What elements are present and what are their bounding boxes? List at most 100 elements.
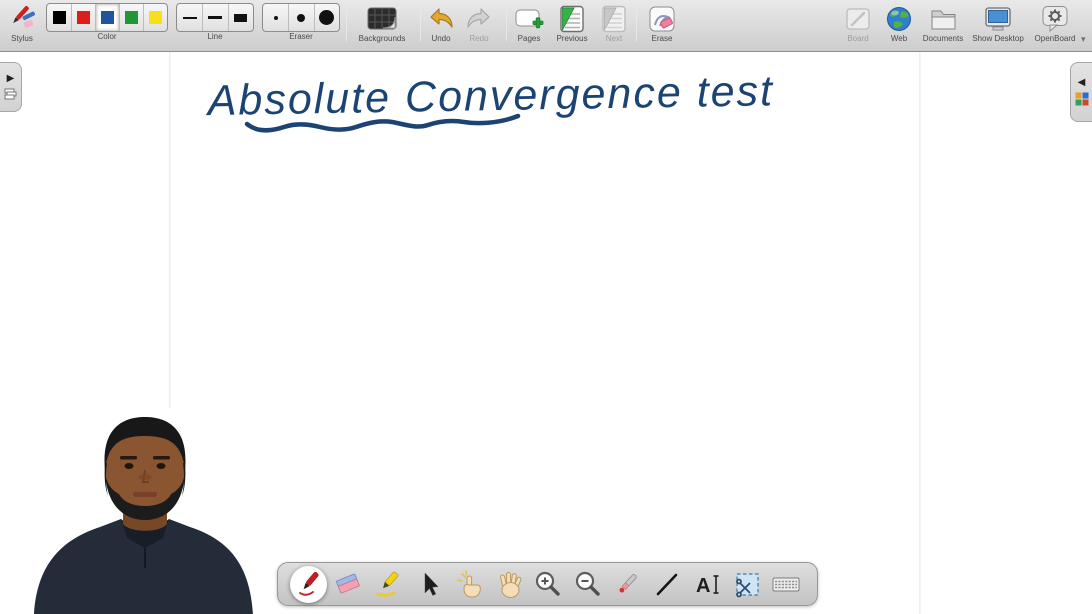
- openboard-app-window: Stylus Color Line: [0, 0, 1092, 614]
- text-tool-button[interactable]: A: [688, 566, 725, 603]
- desktop-monitor-icon: [966, 3, 1030, 34]
- zoom-out-tool-button[interactable]: [569, 566, 606, 603]
- redo-button-disabled[interactable]: Redo: [462, 3, 496, 43]
- erase-label: Erase: [642, 34, 682, 43]
- marker-icon: [373, 569, 403, 599]
- eraser-group: Eraser: [262, 3, 340, 41]
- pen-tool-button[interactable]: [290, 566, 327, 603]
- color-black[interactable]: [47, 4, 71, 31]
- board-mode-icon: [838, 3, 878, 34]
- laser-pointer-tool-button[interactable]: [609, 566, 646, 603]
- presenter-video-overlay: [20, 408, 270, 614]
- expand-left-arrow-icon: ◀: [1078, 78, 1086, 88]
- new-page-plus-icon: [510, 3, 548, 34]
- selector-tool-button[interactable]: [409, 566, 446, 603]
- previous-page-button[interactable]: Previous: [551, 3, 593, 43]
- toolbar-separator: [346, 7, 347, 41]
- toolbar-separator: [636, 7, 637, 41]
- eraser-size-palette: [262, 3, 340, 32]
- undo-label: Undo: [424, 34, 458, 43]
- open-hand-icon: [493, 569, 523, 599]
- svg-text:A: A: [696, 575, 710, 597]
- pen-icon: [294, 569, 324, 599]
- show-desktop-button[interactable]: Show Desktop: [966, 3, 1030, 43]
- web-button[interactable]: Web: [882, 3, 916, 43]
- eraser-large[interactable]: [314, 4, 339, 31]
- line-group: Line: [176, 3, 254, 41]
- color-label: Color: [46, 32, 168, 41]
- redo-arrow-icon: [462, 3, 496, 34]
- virtual-keyboard-tool-button[interactable]: [768, 566, 805, 603]
- right-panel-tab[interactable]: ◀: [1070, 62, 1092, 122]
- expand-right-arrow-icon: ▶: [7, 74, 15, 84]
- toolbar-separator: [506, 7, 507, 41]
- color-yellow[interactable]: [143, 4, 167, 31]
- stylus-label: Stylus: [2, 34, 42, 43]
- previous-label: Previous: [551, 34, 593, 43]
- line-medium[interactable]: [202, 4, 227, 31]
- zoom-out-icon: [572, 569, 602, 599]
- top-toolbar: Stylus Color Line: [0, 0, 1092, 52]
- next-label: Next: [597, 34, 631, 43]
- zoom-in-icon: [532, 569, 562, 599]
- board-grid-icon: [352, 3, 412, 34]
- board-mode-button-disabled[interactable]: Board: [838, 3, 878, 43]
- backgrounds-button[interactable]: Backgrounds: [352, 3, 412, 43]
- eraser-small[interactable]: [263, 4, 288, 31]
- next-page-icon: [597, 3, 631, 34]
- pages-label: Pages: [510, 34, 548, 43]
- eraser-label: Eraser: [262, 32, 340, 41]
- capture-tool-button[interactable]: [728, 566, 765, 603]
- arrow-cursor-icon: [413, 569, 443, 599]
- globe-icon: [882, 3, 916, 34]
- pages-button[interactable]: Pages: [510, 3, 548, 43]
- text-icon: A: [692, 569, 722, 599]
- color-green[interactable]: [119, 4, 143, 31]
- line-width-palette: [176, 3, 254, 32]
- backgrounds-label: Backgrounds: [352, 34, 412, 43]
- erase-board-icon: [642, 3, 682, 34]
- laser-pointer-icon: [612, 569, 642, 599]
- documents-button[interactable]: Documents: [918, 3, 968, 43]
- line-thick[interactable]: [228, 4, 253, 31]
- hand-pan-tool-button[interactable]: [489, 566, 526, 603]
- openboard-label: OpenBoard: [1030, 34, 1080, 43]
- toolbar-separator: [420, 7, 421, 41]
- stylus-button[interactable]: Stylus: [2, 3, 42, 43]
- eraser-medium[interactable]: [288, 4, 313, 31]
- marker-tool-button[interactable]: [370, 566, 407, 603]
- line-icon: [652, 569, 682, 599]
- eraser-icon: [333, 569, 363, 599]
- undo-arrow-icon: [424, 3, 458, 34]
- keyboard-icon: [770, 569, 802, 599]
- undo-button[interactable]: Undo: [424, 3, 458, 43]
- pointing-finger-icon: [453, 569, 483, 599]
- library-grid-icon: [1075, 92, 1089, 106]
- interact-tool-button[interactable]: [449, 566, 486, 603]
- stylus-pens-icon: [2, 3, 42, 34]
- documents-label: Documents: [918, 34, 968, 43]
- page-thumbnails-icon: [4, 88, 17, 100]
- color-red[interactable]: [71, 4, 95, 31]
- zoom-in-tool-button[interactable]: [529, 566, 566, 603]
- color-palette: [46, 3, 168, 32]
- toolbar-collapse-arrow-icon[interactable]: ▾: [1081, 34, 1086, 45]
- line-thin[interactable]: [177, 4, 202, 31]
- folder-icon: [918, 3, 968, 34]
- line-tool-button[interactable]: [648, 566, 685, 603]
- eraser-tool-button[interactable]: [330, 566, 367, 603]
- left-panel-tab[interactable]: ▶: [0, 62, 22, 112]
- openboard-menu-button[interactable]: OpenBoard: [1030, 3, 1080, 43]
- color-blue-selected[interactable]: [95, 4, 119, 31]
- handwritten-title: Absolute Convergence test: [204, 67, 774, 125]
- erase-page-button[interactable]: Erase: [642, 3, 682, 43]
- show-desktop-label: Show Desktop: [966, 34, 1030, 43]
- next-page-button-disabled[interactable]: Next: [597, 3, 631, 43]
- bottom-tool-dock: A: [277, 562, 818, 606]
- web-label: Web: [882, 34, 916, 43]
- board-label: Board: [838, 34, 878, 43]
- whiteboard-canvas[interactable]: Absolute Convergence test ▶ ◀: [0, 52, 1092, 614]
- line-label: Line: [176, 32, 254, 41]
- color-group: Color: [46, 3, 168, 41]
- gear-bubble-icon: [1030, 3, 1080, 34]
